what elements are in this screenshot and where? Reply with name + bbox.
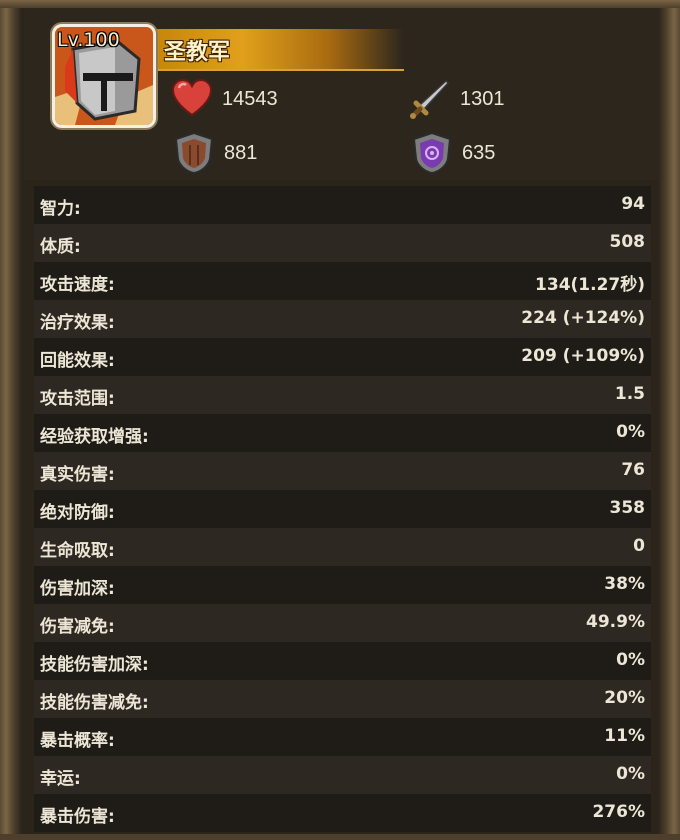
attribute-label: 暴击伤害: (40, 807, 115, 827)
hero-name-banner: 圣教军 (156, 29, 404, 71)
attribute-value: 11% (604, 726, 645, 746)
attribute-label: 智力: (40, 199, 81, 219)
attribute-row: 技能伤害加深: 0% (34, 642, 651, 680)
attribute-label: 攻击范围: (40, 389, 115, 409)
attribute-row: 幸运: 0% (34, 756, 651, 794)
attribute-row: 技能伤害减免: 20% (34, 680, 651, 718)
attack-value: 1301 (460, 87, 505, 110)
attribute-value: 276% (592, 802, 645, 822)
magic-resist-stat: 635 (410, 131, 495, 175)
attribute-value: 49.9% (586, 612, 645, 632)
attribute-row: 暴击伤害: 276% (34, 794, 651, 832)
panel-bottom-border (0, 834, 680, 840)
attribute-row: 攻击速度: 134(1.27秒) (34, 262, 651, 300)
attribute-value: 508 (609, 232, 646, 252)
attribute-row: 攻击范围: 1.5 (34, 376, 651, 414)
attribute-label: 技能伤害加深: (40, 655, 149, 675)
magic-shield-icon (412, 131, 452, 175)
attribute-value: 134(1.27秒) (535, 275, 645, 295)
attribute-label: 生命吸取: (40, 541, 115, 561)
attribute-value: 0% (616, 764, 645, 784)
attribute-label: 真实伤害: (40, 465, 115, 485)
attribute-value: 20% (604, 688, 645, 708)
attribute-label: 伤害加深: (40, 579, 115, 599)
attribute-value: 1.5 (614, 384, 645, 404)
panel-top-border (0, 0, 680, 8)
hero-name: 圣教军 (164, 40, 231, 65)
attribute-label: 伤害减免: (40, 617, 115, 637)
attribute-row: 真实伤害: 76 (34, 452, 651, 490)
hero-level: Lv.100 (57, 29, 120, 51)
attribute-row: 智力: 94 (34, 186, 651, 224)
armor-value: 881 (224, 141, 258, 164)
attribute-label: 技能伤害减免: (40, 693, 149, 713)
attribute-label: 经验获取增强: (40, 427, 149, 447)
health-value: 14543 (222, 87, 278, 110)
health-stat: 14543 (170, 77, 278, 121)
attribute-value: 358 (609, 498, 646, 518)
attribute-list: 智力: 94 体质: 508 攻击速度: 134(1.27秒) 治疗效果: 224 (+124… (34, 186, 651, 832)
attribute-row: 生命吸取: 0 (34, 528, 651, 566)
attribute-label: 治疗效果: (40, 313, 115, 333)
attribute-value: 0 (633, 536, 645, 556)
attribute-value: 209 (+109%) (521, 346, 645, 366)
attribute-row: 治疗效果: 224 (+124%) (34, 300, 651, 338)
armor-shield-icon (174, 131, 214, 175)
attribute-row: 伤害减免: 49.9% (34, 604, 651, 642)
attribute-row: 暴击概率: 11% (34, 718, 651, 756)
attribute-label: 暴击概率: (40, 731, 115, 751)
attribute-row: 体质: 508 (34, 224, 651, 262)
magic-resist-value: 635 (462, 141, 496, 164)
attribute-row: 伤害加深: 38% (34, 566, 651, 604)
attack-stat: 1301 (408, 77, 505, 121)
attribute-row: 绝对防御: 358 (34, 490, 651, 528)
hero-portrait[interactable]: Lv.100 (52, 24, 156, 128)
attribute-label: 回能效果: (40, 351, 115, 371)
attribute-row: 经验获取增强: 0% (34, 414, 651, 452)
attribute-label: 幸运: (40, 769, 81, 789)
armor-stat: 881 (172, 131, 257, 175)
attribute-value: 224 (+124%) (521, 308, 645, 328)
attribute-label: 绝对防御: (40, 503, 115, 523)
attribute-value: 94 (621, 194, 645, 214)
attribute-value: 38% (604, 574, 645, 594)
attribute-row: 回能效果: 209 (+109%) (34, 338, 651, 376)
sword-icon (410, 79, 450, 119)
hero-header: 圣教军 Lv.100 14543 1301 881 635 (24, 8, 658, 180)
attribute-value: 76 (621, 460, 645, 480)
attribute-label: 体质: (40, 237, 81, 257)
attribute-value: 0% (616, 650, 645, 670)
attribute-label: 攻击速度: (40, 275, 115, 295)
heart-icon (171, 78, 213, 117)
attribute-value: 0% (616, 422, 645, 442)
